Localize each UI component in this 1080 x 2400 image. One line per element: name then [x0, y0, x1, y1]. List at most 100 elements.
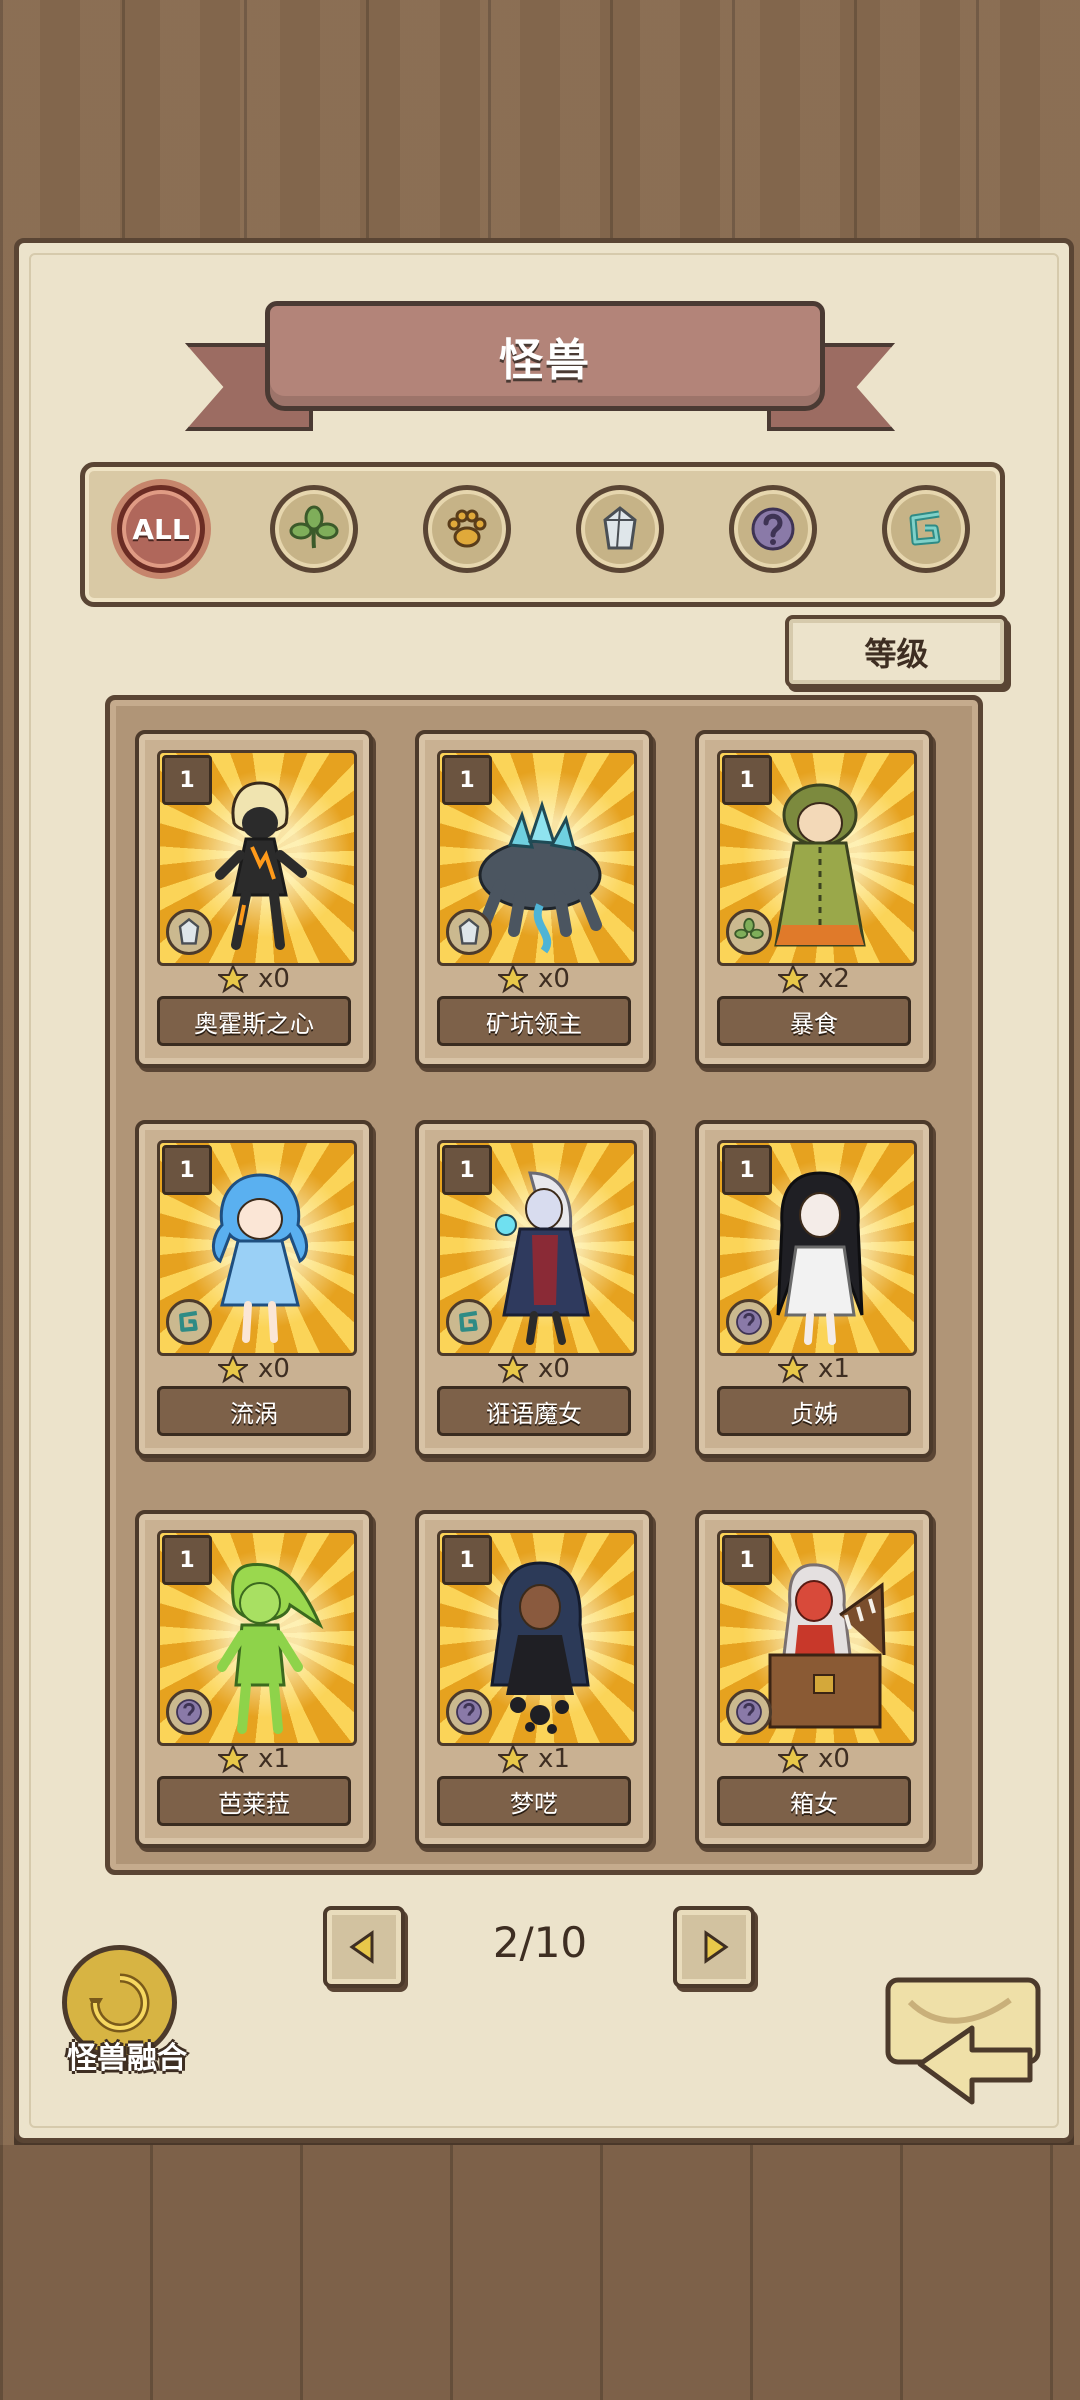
type-badge	[726, 1689, 772, 1735]
level-badge: 1	[162, 1535, 212, 1585]
level-badge: 1	[722, 1535, 772, 1585]
monster-card[interactable]: 1 x0 矿坑领主	[415, 730, 653, 1068]
level-badge: 1	[442, 1535, 492, 1585]
star-icon	[218, 1744, 249, 1774]
monster-art: 1	[157, 750, 357, 966]
monster-name: 梦呓	[437, 1776, 631, 1826]
type-badge	[446, 1299, 492, 1345]
count-value: x0	[538, 1354, 570, 1384]
monster-name: 诳语魔女	[437, 1386, 631, 1436]
monster-card[interactable]: 1 x2 暴食	[695, 730, 933, 1068]
return-arrow-icon	[885, 1977, 1041, 2105]
triangle-right-icon	[704, 1930, 729, 1964]
sort-label: 等级	[864, 634, 929, 673]
monster-card[interactable]: 1 x1 芭莱菈	[135, 1510, 373, 1848]
count-row: x0	[139, 962, 369, 996]
star-icon	[778, 1354, 809, 1384]
filter-unknown-button[interactable]	[729, 485, 817, 573]
title-banner: 怪兽	[185, 293, 895, 443]
star-icon	[778, 964, 809, 994]
filter-plant-button[interactable]	[270, 485, 358, 573]
question-icon	[751, 507, 795, 551]
count-value: x0	[258, 1354, 290, 1384]
type-badge	[166, 1689, 212, 1735]
sort-level-button[interactable]: 等级	[785, 615, 1008, 688]
type-badge	[446, 909, 492, 955]
count-row: x0	[419, 962, 649, 996]
leaf-icon	[734, 917, 764, 939]
monster-name: 暴食	[717, 996, 911, 1046]
type-badge	[726, 1299, 772, 1345]
monster-name: 矿坑领主	[437, 996, 631, 1046]
type-badge	[726, 909, 772, 955]
star-icon	[498, 1744, 529, 1774]
crystal-icon	[458, 917, 480, 945]
count-value: x1	[818, 1354, 850, 1384]
level-badge: 1	[722, 755, 772, 805]
swirl-icon	[459, 1310, 478, 1332]
count-row: x1	[419, 1742, 649, 1776]
next-page-button[interactable]	[673, 1906, 755, 1988]
count-value: x0	[258, 964, 290, 994]
count-row: x0	[699, 1742, 929, 1776]
leaf-icon	[289, 505, 339, 549]
wood-floor	[0, 2145, 1080, 2400]
crystal-icon	[178, 917, 200, 945]
count-row: x1	[139, 1742, 369, 1776]
star-icon	[498, 1354, 529, 1384]
filter-water-button[interactable]	[882, 485, 970, 573]
paw-icon	[447, 509, 487, 548]
count-row: x0	[419, 1352, 649, 1386]
question-icon	[456, 1699, 482, 1725]
monster-card[interactable]: 1 x1 贞姊	[695, 1120, 933, 1458]
filter-beast-button[interactable]	[423, 485, 511, 573]
count-value: x2	[818, 964, 850, 994]
count-value: x0	[818, 1744, 850, 1774]
level-badge: 1	[442, 1145, 492, 1195]
count-row: x1	[699, 1352, 929, 1386]
filter-bar: ALL	[80, 462, 1005, 607]
monster-art: 1	[157, 1530, 357, 1746]
monster-art: 1	[157, 1140, 357, 1356]
level-badge: 1	[162, 1145, 212, 1195]
monster-name: 流涡	[157, 1386, 351, 1436]
star-icon	[218, 964, 249, 994]
monster-art: 1	[437, 750, 637, 966]
question-icon	[736, 1699, 762, 1725]
count-value: x1	[258, 1744, 290, 1774]
monster-art: 1	[717, 1530, 917, 1746]
count-row: x2	[699, 962, 929, 996]
page-indicator: 2/10	[492, 1918, 588, 1967]
star-icon	[778, 1744, 809, 1774]
type-badge	[166, 1299, 212, 1345]
monster-card[interactable]: 1 x0 流涡	[135, 1120, 373, 1458]
star-icon	[498, 964, 529, 994]
level-badge: 1	[722, 1145, 772, 1195]
filter-all-button[interactable]: ALL	[117, 485, 205, 573]
star-icon	[218, 1354, 249, 1384]
monster-art: 1	[437, 1530, 637, 1746]
type-badge	[166, 909, 212, 955]
monster-name: 芭莱菈	[157, 1776, 351, 1826]
monster-card[interactable]: 1 x0 奥霍斯之心	[135, 730, 373, 1068]
count-value: x0	[538, 964, 570, 994]
monster-art: 1	[437, 1140, 637, 1356]
monster-card[interactable]: 1 x0 箱女	[695, 1510, 933, 1848]
fusion-label: 怪兽融合	[67, 2041, 187, 2076]
swirl-icon	[909, 510, 941, 546]
level-badge: 1	[162, 755, 212, 805]
question-icon	[176, 1699, 202, 1725]
swirl-icon	[179, 1310, 198, 1332]
return-button[interactable]	[880, 1972, 1048, 2122]
level-badge: 1	[442, 755, 492, 805]
filter-mineral-button[interactable]	[576, 485, 664, 573]
monster-name: 箱女	[717, 1776, 911, 1826]
prev-page-button[interactable]	[323, 1906, 405, 1988]
monster-card[interactable]: 1 x0 诳语魔女	[415, 1120, 653, 1458]
type-badge	[446, 1689, 492, 1735]
monster-card[interactable]: 1 x1 梦呓	[415, 1510, 653, 1848]
monster-name: 奥霍斯之心	[157, 996, 351, 1046]
fusion-button[interactable]: 怪兽融合	[52, 1945, 192, 2080]
question-icon	[736, 1309, 762, 1335]
page-title: 怪兽	[499, 335, 591, 386]
